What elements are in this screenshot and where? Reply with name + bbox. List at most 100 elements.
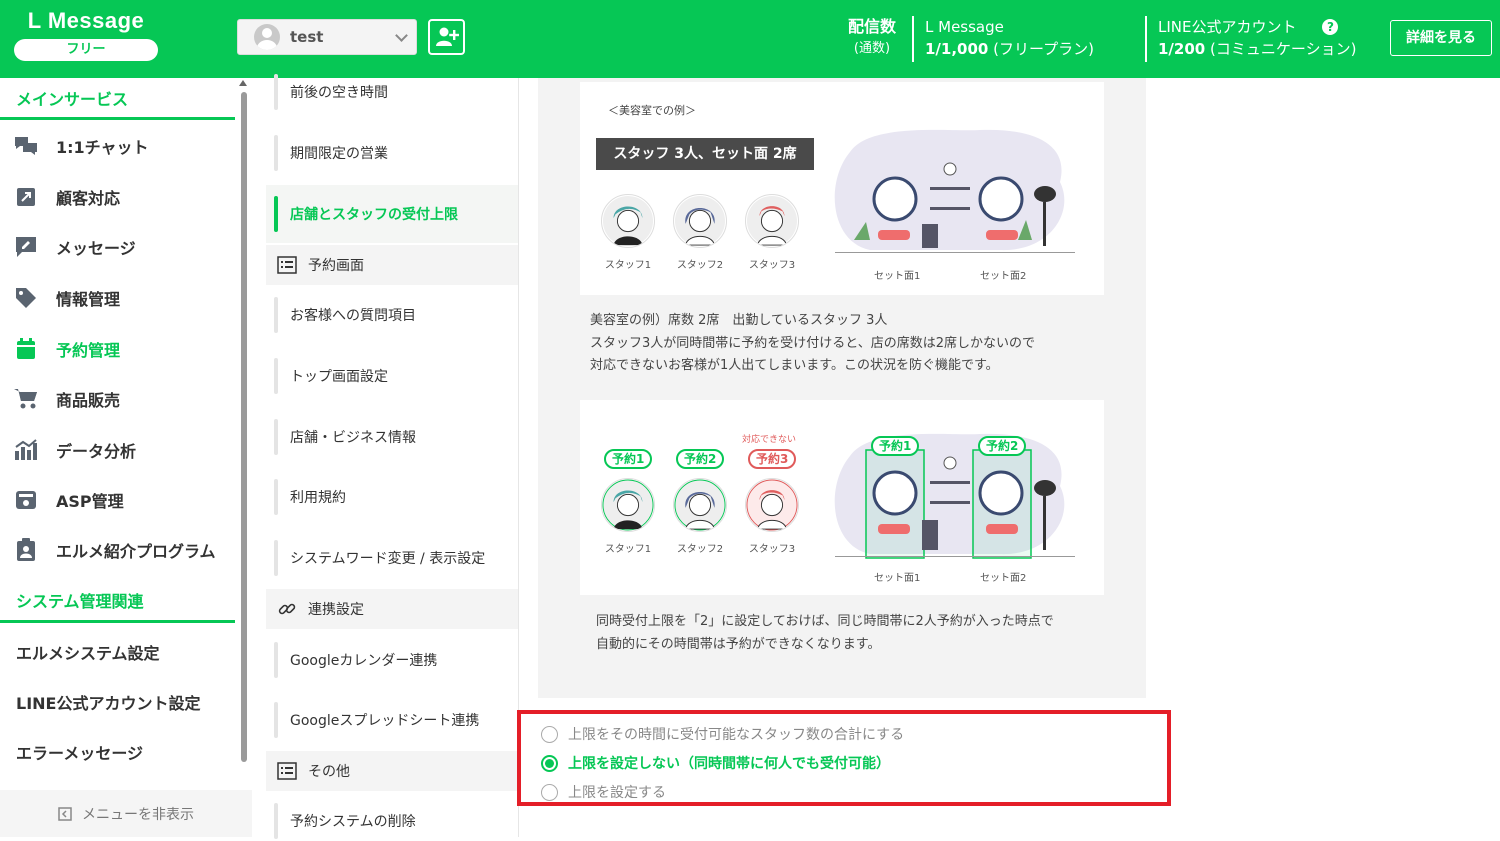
submenu-bar xyxy=(274,479,278,515)
staff-figure: スタッフ2 xyxy=(672,478,728,555)
set-label: セット面1 xyxy=(874,271,921,282)
example-title: スタッフ 3人、セット面 2席 xyxy=(596,138,814,170)
account-select[interactable]: test xyxy=(237,19,417,55)
submenu-item-questions[interactable]: お客様への質問項目 xyxy=(266,295,518,335)
sidebar-item-label: データ分析 xyxy=(56,442,137,461)
example-card-1: ＜美容室での例＞ スタッフ 3人、セット面 2席 スタッフ1 スタッフ2 スタッ… xyxy=(580,82,1104,295)
submenu-item-top-screen[interactable]: トップ画面設定 xyxy=(266,356,518,396)
sidebar-item-label: 1:1チャット xyxy=(56,138,149,157)
submenu-item-buffer-time[interactable]: 前後の空き時間 xyxy=(266,72,518,112)
option-label: 上限をその時間に受付可能なスタッフ数の合計にする xyxy=(568,727,905,743)
system-heading: システム管理関連 xyxy=(16,592,144,611)
sidebar-item-line-settings[interactable]: LINE公式アカウント設定 xyxy=(16,690,200,714)
scroll-up-icon[interactable] xyxy=(239,80,247,86)
message-icon xyxy=(14,235,38,259)
capacity-limit-options: 上限をその時間に受付可能なスタッフ数の合計にする 上限を設定しない（同時間帯に何… xyxy=(517,710,1171,806)
divider xyxy=(0,620,235,623)
option-staff-total[interactable]: 上限をその時間に受付可能なスタッフ数の合計にする xyxy=(541,724,904,744)
example-description-2: 同時受付上限を「2」に設定しておけば、同じ時間帯に2人予約が入った時点で 自動的… xyxy=(596,614,1054,652)
referral-icon xyxy=(14,538,38,562)
staff-label: スタッフ3 xyxy=(748,544,796,555)
line-plan: (コミュニケーション) xyxy=(1210,40,1357,58)
submenu-bar xyxy=(274,803,278,839)
submenu-item-terms[interactable]: 利用規約 xyxy=(266,477,518,517)
submenu-item-label: 予約システムの削除 xyxy=(290,814,416,830)
submenu-bar xyxy=(274,702,278,738)
radio-button[interactable] xyxy=(541,783,558,801)
logo-text: L Message xyxy=(27,8,145,33)
staff-label: スタッフ1 xyxy=(604,544,652,555)
add-user-icon xyxy=(435,27,459,46)
list-icon xyxy=(276,254,298,276)
logo[interactable]: L Message フリー xyxy=(14,8,158,61)
radio-button-selected[interactable] xyxy=(541,754,558,772)
sidebar-item-label: 予約管理 xyxy=(56,341,121,360)
submenu-item-google-calendar[interactable]: Googleカレンダー連携 xyxy=(266,640,518,680)
submenu-category-other[interactable]: その他 xyxy=(266,751,518,791)
submenu-item-business-info[interactable]: 店舗・ビジネス情報 xyxy=(266,417,518,457)
radio-button[interactable] xyxy=(541,725,558,743)
submenu-item-delete-system[interactable]: 予約システムの削除 xyxy=(266,801,518,841)
reservation-tag: 予約2 xyxy=(978,436,1027,456)
reservation-tag: 予約1 xyxy=(871,436,920,456)
salon-illustration-limited xyxy=(834,433,1075,559)
sidebar-item-sales[interactable]: 商品販売 xyxy=(14,384,234,414)
lmessage-plan: (フリープラン) xyxy=(993,40,1094,58)
submenu-bar xyxy=(274,642,278,678)
help-icon[interactable]: ? xyxy=(1322,19,1339,35)
option-label: 上限を設定しない（同時間帯に何人でも受付可能） xyxy=(568,756,890,772)
sidebar-item-error-messages[interactable]: エラーメッセージ xyxy=(16,740,143,764)
option-label: 上限を設定する xyxy=(568,785,666,801)
submenu-item-capacity-limit[interactable]: 店舗とスタッフの受付上限 xyxy=(266,185,518,243)
staff-figure: スタッフ2 xyxy=(672,194,728,271)
submenu-item-limited-period[interactable]: 期間限定の営業 xyxy=(266,133,518,173)
sidebar-item-reservation[interactable]: 予約管理 xyxy=(14,334,234,364)
option-set-limit[interactable]: 上限を設定する xyxy=(541,782,666,802)
reservation-tag: 予約1 xyxy=(604,449,653,469)
submenu-bar xyxy=(274,358,278,394)
sidebar-item-referral[interactable]: エルメ紹介プログラム xyxy=(14,535,234,565)
submenu-category-integrations[interactable]: 連携設定 xyxy=(266,589,518,629)
staff-avatar-icon xyxy=(673,194,727,248)
submenu: 前後の空き時間 期間限定の営業 店舗とスタッフの受付上限 予約画面 お客様への質… xyxy=(266,74,518,839)
cannot-serve-label: 対応できない xyxy=(742,435,797,445)
sidebar-item-message[interactable]: メッセージ xyxy=(14,232,234,262)
sidebar-item-system-settings[interactable]: エルメシステム設定 xyxy=(16,640,160,664)
submenu-item-label: Googleカレンダー連携 xyxy=(290,653,438,669)
tag-icon xyxy=(14,286,38,310)
details-button[interactable]: 詳細を見る xyxy=(1390,20,1492,56)
option-no-limit[interactable]: 上限を設定しない（同時間帯に何人でも受付可能） xyxy=(541,753,890,773)
account-name: test xyxy=(290,28,324,46)
delivery-count-label: 配信数 (通数) xyxy=(848,16,896,60)
submenu-bar xyxy=(274,196,278,232)
add-user-button[interactable] xyxy=(428,19,465,55)
lmessage-value: 1/1,000 xyxy=(925,40,989,58)
staff-avatar-icon xyxy=(673,478,727,532)
sidebar-item-info[interactable]: 情報管理 xyxy=(14,283,234,313)
submenu-item-label: 前後の空き時間 xyxy=(290,85,388,101)
submenu-category-booking-screen[interactable]: 予約画面 xyxy=(266,245,518,285)
chevron-down-icon xyxy=(395,28,408,42)
submenu-item-label: トップ画面設定 xyxy=(290,369,388,385)
staff-label: スタッフ2 xyxy=(676,260,724,271)
reservation-tag: 予約2 xyxy=(676,449,725,469)
sidebar-item-chat[interactable]: 1:1チャット xyxy=(14,131,234,161)
hide-menu-button[interactable]: メニューを非表示 xyxy=(0,790,252,837)
staff-avatar-icon xyxy=(745,478,799,532)
cart-icon xyxy=(14,387,38,411)
line-label: LINE公式アカウント xyxy=(1158,18,1297,36)
submenu-bar xyxy=(274,135,278,171)
sidebar-item-customer[interactable]: 顧客対応 xyxy=(14,182,234,212)
sidebar-item-label: メッセージ xyxy=(56,239,136,258)
submenu-item-google-sheets[interactable]: Googleスプレッドシート連携 xyxy=(266,700,518,740)
explanation-panel: ＜美容室での例＞ スタッフ 3人、セット面 2席 スタッフ1 スタッフ2 スタッ… xyxy=(538,78,1146,698)
scrollbar-thumb[interactable] xyxy=(241,92,247,762)
sidebar-item-analytics[interactable]: データ分析 xyxy=(14,435,234,465)
delivery-sub: (通数) xyxy=(853,41,891,56)
sidebar-item-asp[interactable]: ASP管理 xyxy=(14,485,234,515)
submenu-item-system-words[interactable]: システムワード変更 / 表示設定 xyxy=(266,538,518,578)
list-icon xyxy=(276,760,298,782)
submenu-category-label: 予約画面 xyxy=(308,258,364,274)
submenu-bar xyxy=(274,297,278,333)
sidebar-item-label: ASP管理 xyxy=(56,492,124,511)
